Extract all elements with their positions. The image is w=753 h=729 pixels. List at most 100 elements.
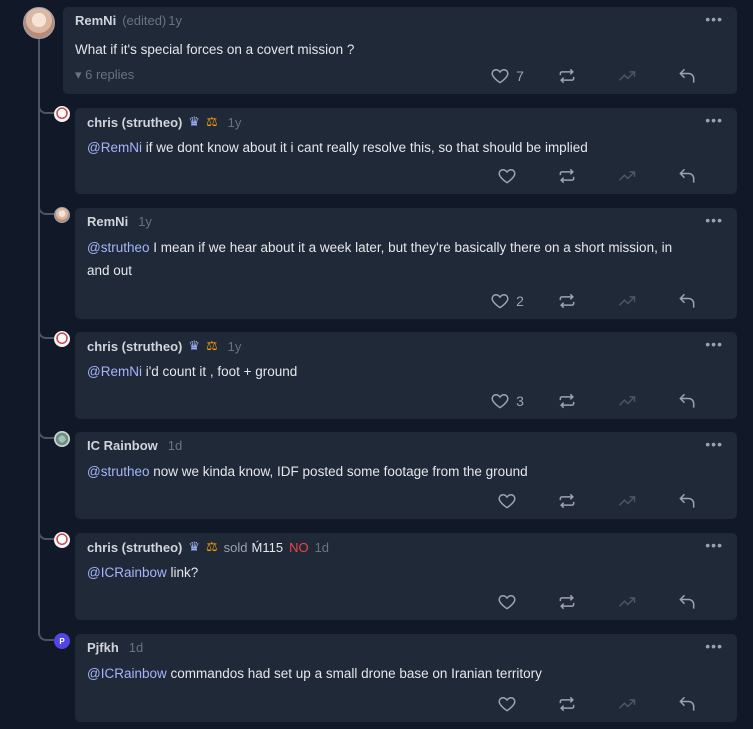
reply-button[interactable] — [657, 694, 717, 714]
like-button[interactable] — [477, 592, 537, 612]
like-button[interactable]: 3 — [477, 391, 537, 411]
trending-button[interactable] — [597, 391, 657, 411]
repost-button[interactable] — [537, 166, 597, 186]
scale-icon: ⚖ — [206, 539, 218, 554]
more-options-icon[interactable]: ••• — [705, 336, 723, 352]
trending-button[interactable] — [597, 291, 657, 311]
avatar[interactable] — [54, 207, 70, 223]
repost-icon — [559, 594, 575, 610]
reply-icon — [679, 696, 695, 711]
repost-button[interactable] — [537, 291, 597, 311]
like-count: 2 — [516, 293, 524, 309]
repost-icon — [559, 393, 575, 409]
trending-button[interactable] — [597, 166, 657, 186]
avatar[interactable] — [54, 532, 70, 548]
repost-button[interactable] — [537, 592, 597, 612]
comment-actions — [477, 491, 717, 511]
comment-text-body: now we kinda know, IDF posted some foota… — [149, 464, 528, 479]
timestamp[interactable]: 1y — [228, 339, 242, 354]
reply-button[interactable] — [657, 391, 717, 411]
like-count: 7 — [516, 68, 524, 84]
comment-text: What if it's special forces on a covert … — [75, 42, 355, 57]
repost-button[interactable] — [537, 391, 597, 411]
repost-button[interactable] — [537, 491, 597, 511]
reply-icon — [679, 168, 695, 183]
repost-button[interactable] — [537, 66, 597, 86]
comment-meta: IC Rainbow 1d — [87, 438, 182, 453]
crown-icon: ♛ — [188, 338, 200, 353]
thread-branch — [38, 329, 54, 339]
heart-icon — [498, 168, 516, 184]
comment-reply: Pjfkh 1d ••• @ICRainbow commandos had se… — [75, 634, 737, 722]
user-mention[interactable]: @ICRainbow — [87, 565, 167, 580]
user-mention[interactable]: @strutheo — [87, 240, 149, 255]
user-mention[interactable]: @RemNi — [87, 140, 142, 155]
reply-button[interactable] — [657, 291, 717, 311]
reply-icon — [679, 293, 695, 308]
comment-actions — [477, 592, 717, 612]
avatar[interactable] — [54, 331, 70, 347]
user-mention[interactable]: @RemNi — [87, 364, 142, 379]
reply-button[interactable] — [657, 66, 717, 86]
user-mention[interactable]: @ICRainbow — [87, 666, 167, 681]
timestamp[interactable]: 1y — [168, 13, 182, 28]
avatar[interactable] — [23, 7, 55, 39]
comment-text: @RemNi if we dont know about it i cant r… — [87, 136, 697, 159]
author-name[interactable]: IC Rainbow — [87, 438, 158, 453]
timestamp[interactable]: 1y — [138, 214, 152, 229]
comment-meta: chris (strutheo) ♛ ⚖ 1y — [87, 114, 241, 130]
repost-button[interactable] — [537, 694, 597, 714]
trending-button[interactable] — [597, 66, 657, 86]
user-mention[interactable]: @strutheo — [87, 464, 149, 479]
more-options-icon[interactable]: ••• — [705, 212, 723, 228]
replies-toggle[interactable]: ▾ 6 replies — [75, 67, 134, 83]
more-options-icon[interactable]: ••• — [705, 112, 723, 128]
repost-icon — [559, 68, 575, 84]
trending-up-icon — [618, 496, 636, 506]
avatar[interactable]: P — [54, 633, 70, 649]
comment-text-body: commandos had set up a small drone base … — [166, 666, 542, 681]
timestamp[interactable]: 1d — [129, 640, 143, 655]
more-options-icon[interactable]: ••• — [705, 11, 723, 27]
author-name[interactable]: chris (strutheo) — [87, 115, 182, 130]
like-button[interactable] — [477, 694, 537, 714]
trending-button[interactable] — [597, 694, 657, 714]
scale-icon: ⚖ — [206, 114, 218, 129]
comment-reply: chris (strutheo) ♛ ⚖ 1y ••• @RemNi i'd c… — [75, 332, 737, 419]
more-options-icon[interactable]: ••• — [705, 537, 723, 553]
comment-meta: chris (strutheo) ♛ ⚖ sold Ḿ115 NO 1d — [87, 539, 329, 555]
like-button[interactable] — [477, 166, 537, 186]
reply-button[interactable] — [657, 491, 717, 511]
reply-icon — [679, 594, 695, 609]
more-options-icon[interactable]: ••• — [705, 436, 723, 452]
like-button[interactable] — [477, 491, 537, 511]
avatar[interactable] — [54, 431, 70, 447]
like-button[interactable]: 2 — [477, 291, 537, 311]
bet-outcome: NO — [289, 539, 309, 555]
timestamp[interactable]: 1d — [315, 540, 329, 555]
avatar[interactable] — [54, 106, 70, 122]
like-count: 3 — [516, 393, 524, 409]
author-name[interactable]: chris (strutheo) — [87, 339, 182, 354]
comment-text-body: i'd count it , foot + ground — [141, 364, 298, 379]
author-name[interactable]: chris (strutheo) — [87, 540, 182, 555]
author-name[interactable]: RemNi — [75, 13, 116, 28]
comment-text: @strutheo now we kinda know, IDF posted … — [87, 460, 697, 483]
edited-label: (edited) — [122, 13, 167, 28]
thread-branch — [38, 429, 54, 439]
timestamp[interactable]: 1d — [168, 438, 182, 453]
thread-branch — [38, 530, 54, 540]
comment-text: @strutheo I mean if we hear about it a w… — [87, 236, 697, 282]
like-button[interactable]: 7 — [477, 66, 537, 86]
trending-button[interactable] — [597, 491, 657, 511]
crown-icon: ♛ — [188, 114, 200, 129]
trending-up-icon — [618, 171, 636, 181]
more-options-icon[interactable]: ••• — [705, 638, 723, 654]
author-name[interactable]: Pjfkh — [87, 640, 119, 655]
repost-icon — [559, 168, 575, 184]
reply-button[interactable] — [657, 592, 717, 612]
timestamp[interactable]: 1y — [228, 115, 242, 130]
author-name[interactable]: RemNi — [87, 214, 128, 229]
reply-button[interactable] — [657, 166, 717, 186]
trending-button[interactable] — [597, 592, 657, 612]
